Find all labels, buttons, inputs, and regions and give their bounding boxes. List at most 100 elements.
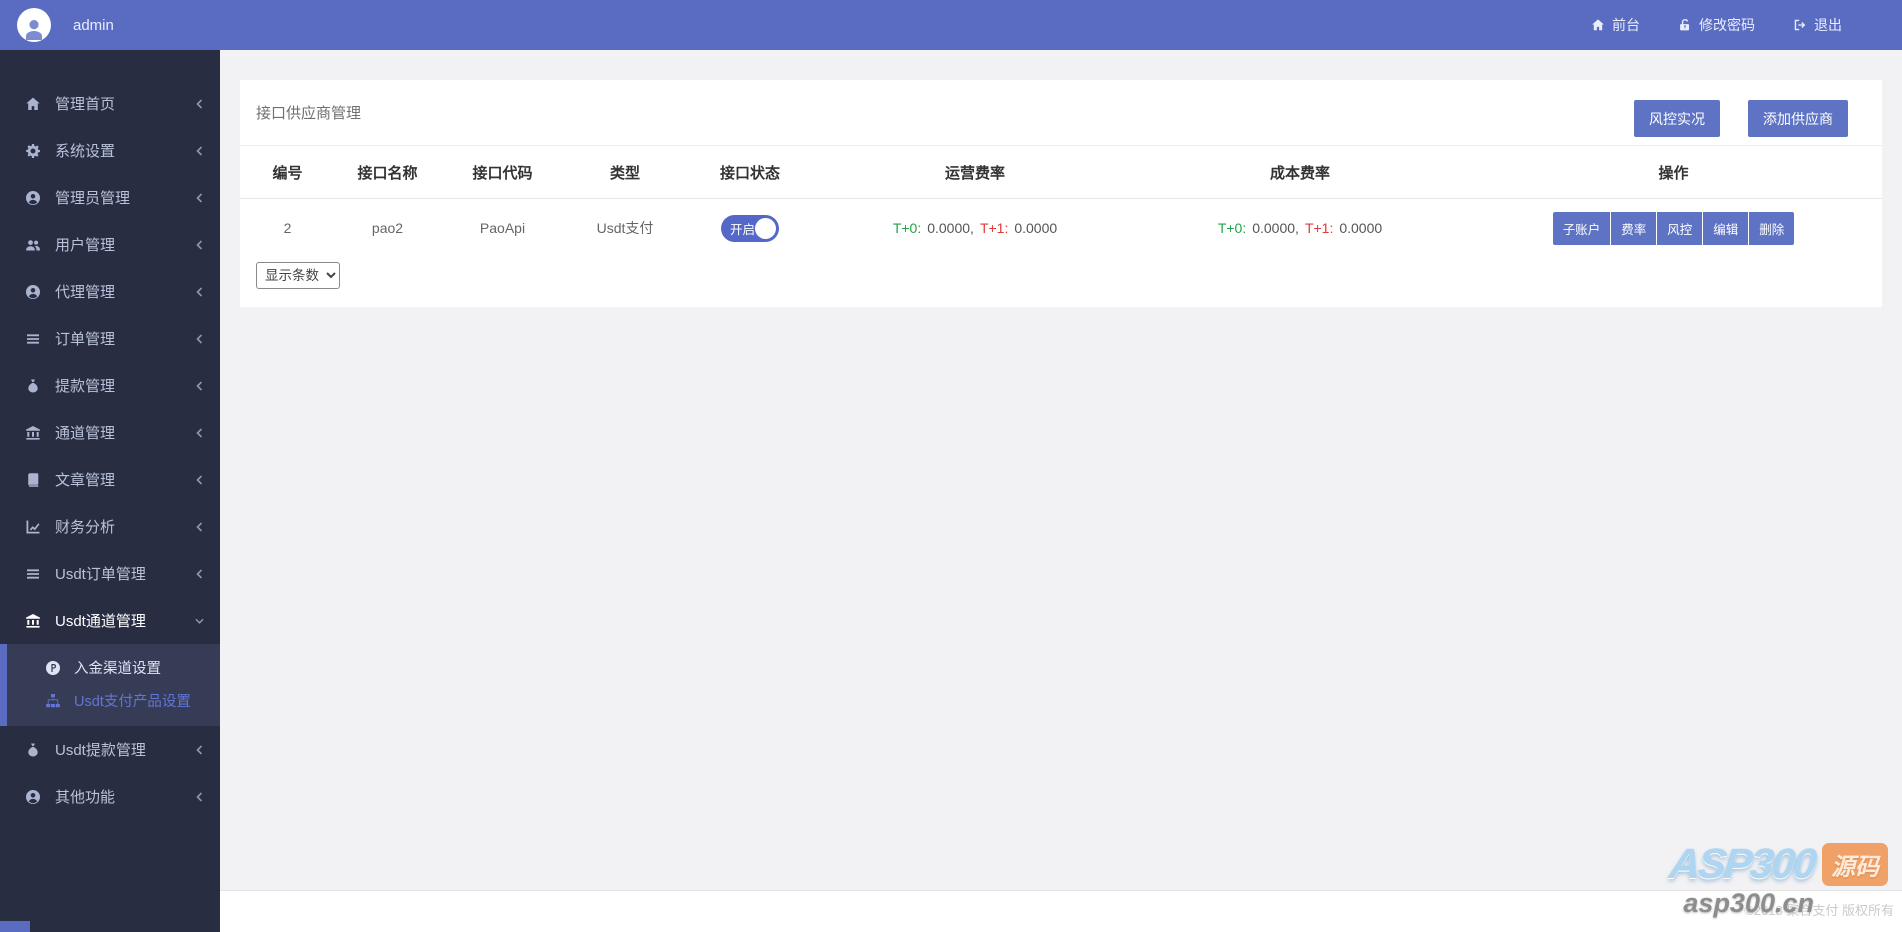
chevron-left-icon <box>195 521 204 532</box>
status-toggle[interactable]: 开启 <box>721 214 779 242</box>
person-icon <box>26 20 42 40</box>
cell-id: 2 <box>283 220 292 236</box>
action-button-删除[interactable]: 删除 <box>1749 211 1795 245</box>
sidebar-item-财务分析[interactable]: 财务分析 <box>0 503 220 550</box>
rate-segment: T+1: <box>1304 220 1334 236</box>
sidebar-item-label: 管理员管理 <box>55 190 131 207</box>
money-bag-icon <box>25 378 42 394</box>
top-link-label: 前台 <box>1612 17 1640 33</box>
table-header-row: 编号 接口名称 接口代码 类型 接口状态 运营费率 成本费率 操作 <box>240 146 1882 199</box>
sidebar-item-文章管理[interactable]: 文章管理 <box>0 456 220 503</box>
top-link-前台[interactable]: 前台 <box>1591 15 1640 35</box>
chevron-left-icon <box>195 286 204 297</box>
submenu-Usdt通道管理: 入金渠道设置 Usdt支付产品设置 <box>0 644 220 726</box>
bank-icon <box>25 613 42 629</box>
main-area: 接口供应商管理 风控实况 添加供应商 编号 接口名称 接口代码 类型 接口状态 运营费率成… <box>220 50 1902 932</box>
action-button-风控[interactable]: 风控 <box>1657 211 1704 245</box>
rate-segment: 0.0000, <box>927 220 974 236</box>
sidebar-item-label: 通道管理 <box>55 425 116 442</box>
rate-segment: 0.0000 <box>1339 220 1383 236</box>
toggle-knob <box>755 217 776 239</box>
signout-icon <box>1793 18 1807 32</box>
sidebar-subitem-入金渠道设置[interactable]: 入金渠道设置 <box>7 651 220 684</box>
sidebar-item-用户管理[interactable]: 用户管理 <box>0 221 220 268</box>
home-icon <box>1591 18 1605 32</box>
table-row: 2 pao2 PaoApi Usdt支付 开启 T+0: 0.0000, T+1: 0.0000… <box>240 199 1882 258</box>
chevron-left-icon <box>195 145 204 156</box>
sidebar-item-label: 用户管理 <box>55 237 116 254</box>
list-icon <box>25 331 42 347</box>
sidebar-item-label: Usdt订单管理 <box>55 566 146 583</box>
action-button-编辑[interactable]: 编辑 <box>1703 211 1750 245</box>
column-header-运营费率: 运营费率 <box>815 146 1135 199</box>
sidebar-item-管理员管理[interactable]: 管理员管理 <box>0 174 220 221</box>
column-header-接口名称: 接口名称 <box>335 146 440 199</box>
page-size-select[interactable]: 显示条数 <box>256 262 340 289</box>
cell-name: pao2 <box>371 220 404 236</box>
top-link-label: 退出 <box>1814 17 1842 33</box>
chart-line-icon <box>25 519 42 535</box>
chevron-down-icon <box>195 616 204 626</box>
sidebar-item-Usdt订单管理[interactable]: Usdt订单管理 <box>0 550 220 597</box>
sidebar-item-Usdt提款管理[interactable]: Usdt提款管理 <box>0 726 220 773</box>
chevron-left-icon <box>195 427 204 438</box>
unlock-icon <box>1678 18 1692 32</box>
sidebar-item-label: 管理首页 <box>55 96 116 113</box>
list-icon <box>25 566 42 582</box>
rate-segment: 0.0000 <box>1014 220 1058 236</box>
submenu-item-label: Usdt支付产品设置 <box>74 694 191 710</box>
cell-code: PaoApi <box>479 220 526 236</box>
user-circle-icon <box>25 284 42 300</box>
rate-segment: T+0: <box>892 220 922 236</box>
risk-control-live-button[interactable]: 风控实况 <box>1634 100 1720 137</box>
users-icon <box>25 237 42 253</box>
chevron-left-icon <box>195 98 204 109</box>
suppliers-table: 编号 接口名称 接口代码 类型 接口状态 运营费率 成本费率 操作 2 pao2 PaoApi Us… <box>240 146 1882 257</box>
page-title: 接口供应商管理 <box>256 105 362 122</box>
sidebar-item-Usdt通道管理[interactable]: Usdt通道管理 <box>0 597 220 644</box>
sidebar-item-代理管理[interactable]: 代理管理 <box>0 268 220 315</box>
rate-segment: T+1: <box>979 220 1009 236</box>
chevron-left-icon <box>195 380 204 391</box>
sidebar-item-label: 其他功能 <box>55 789 116 806</box>
p-circle-icon <box>45 660 62 676</box>
home-icon <box>25 96 42 112</box>
chevron-left-icon <box>195 239 204 250</box>
column-header-操作: 操作 <box>1465 146 1882 199</box>
sidebar-item-订单管理[interactable]: 订单管理 <box>0 315 220 362</box>
sidebar-item-通道管理[interactable]: 通道管理 <box>0 409 220 456</box>
cell-actions: 子账户 费率 风控 编辑 删除 <box>1465 199 1882 258</box>
chevron-left-icon <box>195 744 204 755</box>
column-header-接口代码: 接口代码 <box>440 146 565 199</box>
action-button-group: 子账户 费率 风控 编辑 删除 <box>1552 211 1795 245</box>
add-supplier-button[interactable]: 添加供应商 <box>1748 100 1848 137</box>
cogs-icon <box>25 143 42 159</box>
action-button-费率[interactable]: 费率 <box>1611 211 1658 245</box>
top-link-修改密码[interactable]: 修改密码 <box>1678 15 1755 35</box>
user-avatar[interactable] <box>17 8 51 42</box>
book-icon <box>25 472 42 488</box>
top-link-退出[interactable]: 退出 <box>1793 15 1842 35</box>
sidebar: 管理首页系统设置管理员管理用户管理代理管理 订单管理 提款管理通道管理文章管理 财务分… <box>0 50 220 932</box>
submenu-item-label: 入金渠道设置 <box>74 661 161 677</box>
asp300-site-text: asp300.cn <box>1683 888 1814 918</box>
money-bag-icon <box>25 742 42 758</box>
column-header-接口状态: 接口状态 <box>685 146 815 199</box>
column-header-成本费率: 成本费率 <box>1135 146 1465 199</box>
sidebar-item-其他功能[interactable]: 其他功能 <box>0 773 220 820</box>
rate-segment: 0.0000, <box>1252 220 1299 236</box>
sitemap-icon <box>45 693 62 709</box>
chevron-left-icon <box>195 192 204 203</box>
sidebar-item-label: Usdt提款管理 <box>55 742 146 759</box>
sidebar-item-提款管理[interactable]: 提款管理 <box>0 362 220 409</box>
column-header-编号: 编号 <box>240 146 335 199</box>
action-button-子账户[interactable]: 子账户 <box>1552 211 1612 245</box>
bottom-left-accent <box>0 921 30 932</box>
sidebar-subitem-Usdt支付产品设置[interactable]: Usdt支付产品设置 <box>7 684 220 717</box>
rate-segment: T+0: <box>1217 220 1247 236</box>
sidebar-item-label: 系统设置 <box>55 143 116 160</box>
sidebar-item-系统设置[interactable]: 系统设置 <box>0 127 220 174</box>
top-link-label: 修改密码 <box>1699 17 1755 33</box>
sidebar-item-label: Usdt通道管理 <box>55 613 146 630</box>
sidebar-item-管理首页[interactable]: 管理首页 <box>0 80 220 127</box>
